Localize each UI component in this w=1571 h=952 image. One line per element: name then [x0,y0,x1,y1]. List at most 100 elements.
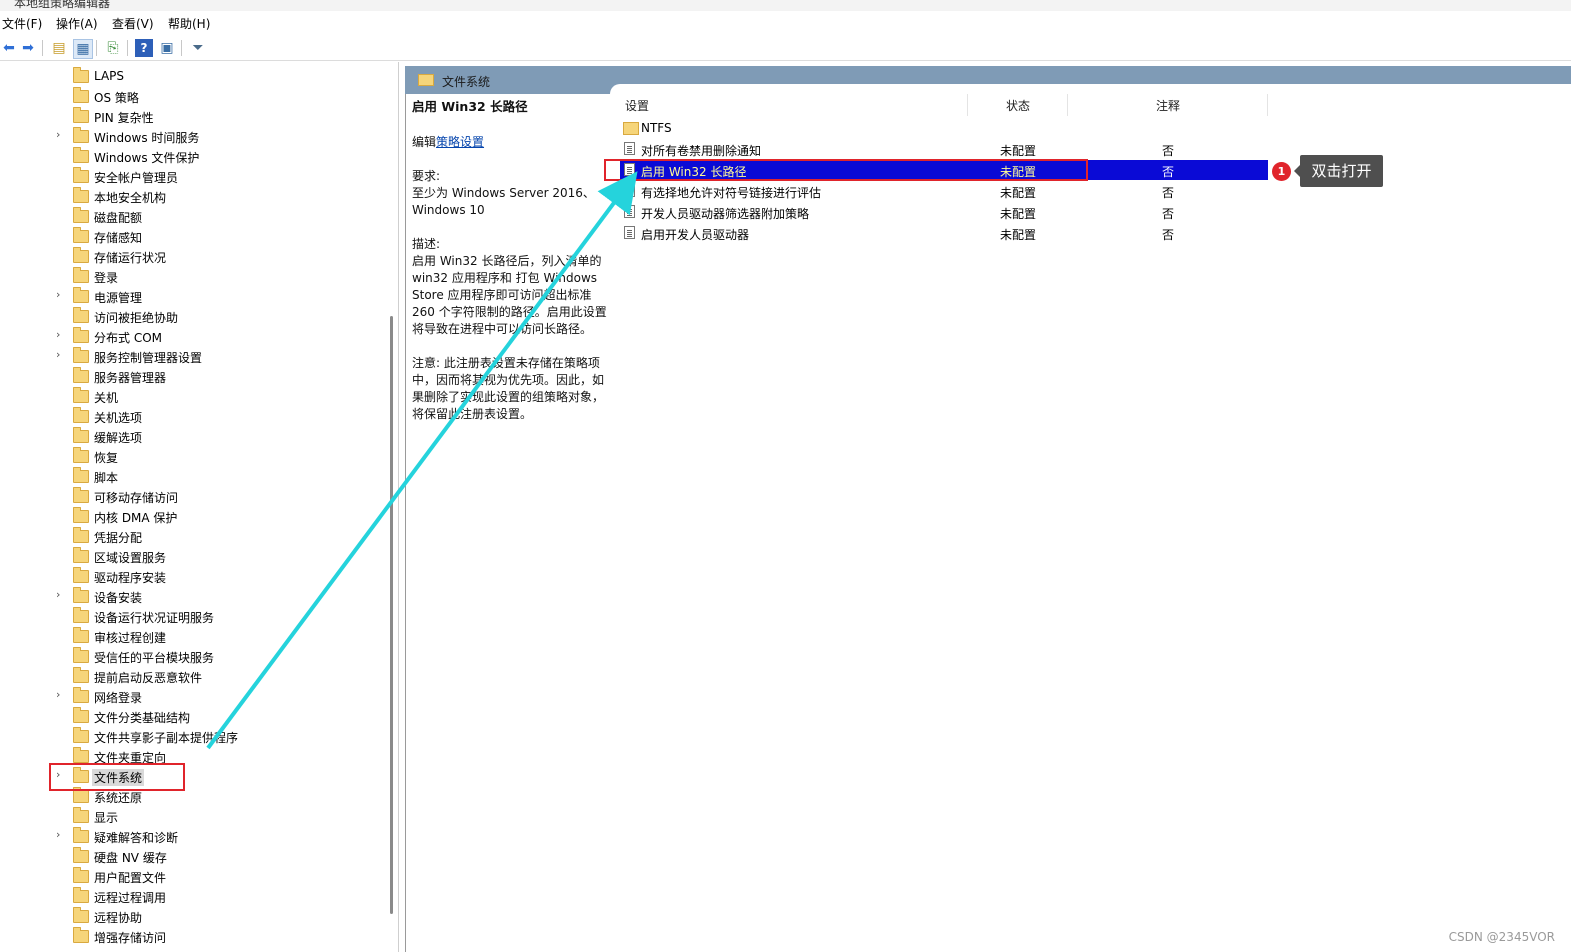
tree-pane: LAPS OS 策略 PIN 复杂性 › Windows 时间服务 Windows 文件保… [0,62,399,952]
highlight-box-policy [604,159,1088,181]
tree-item[interactable]: 提前启动反恶意软件 [0,666,390,686]
tree-item[interactable]: 远程协助 [0,906,390,926]
tree-item[interactable]: 本地安全机构 [0,186,390,206]
edit-prefix: 编辑 [412,135,437,149]
title-bar: 本地组策略编辑器 [0,0,1571,11]
tree-item[interactable]: 用户配置文件 [0,866,390,886]
setting-name: 对所有卷禁用删除通知 [641,144,762,158]
column-header-comment[interactable]: 注释 [1156,97,1180,114]
up-folder-icon[interactable]: ▤ [50,39,68,57]
tree-item-label: 本地安全机构 [94,191,167,205]
tree-item[interactable]: LAPS [0,66,390,86]
tree-item[interactable]: 可移动存储访问 [0,486,390,506]
help-icon[interactable]: ? [135,39,153,57]
chevron-right-icon[interactable]: › [56,348,66,361]
tree-item-label: 登录 [94,271,119,285]
chevron-right-icon[interactable]: › [56,128,66,141]
tree-item[interactable]: Windows 文件保护 [0,146,390,166]
back-arrow-icon[interactable]: ⬅ [0,39,18,57]
tree-item[interactable]: 区域设置服务 [0,546,390,566]
column-header-state[interactable]: 状态 [1006,97,1030,114]
tree-item[interactable]: › 疑难解答和诊断 [0,826,390,846]
edit-policy-link[interactable]: 策略设置 [436,135,484,149]
chevron-right-icon[interactable]: › [56,688,66,701]
forward-arrow-icon[interactable]: ➡ [19,39,37,57]
tree-item[interactable]: 凭据分配 [0,526,390,546]
chevron-right-icon[interactable]: › [56,828,66,841]
folder-icon [73,887,89,903]
tree-scrollbar[interactable] [390,316,393,914]
tree-item[interactable]: › 设备安装 [0,586,390,606]
tree-item[interactable]: › 网络登录 [0,686,390,706]
tree-item[interactable]: 存储感知 [0,226,390,246]
column-separator[interactable] [1067,94,1068,116]
chevron-right-icon[interactable]: › [56,588,66,601]
folder-icon [73,267,89,283]
tree-item[interactable]: 存储运行状况 [0,246,390,266]
folder-icon [73,747,89,763]
folder-icon [73,67,89,83]
tree-item[interactable]: 服务器管理器 [0,366,390,386]
folder-icon [73,547,89,563]
menu-view[interactable]: 查看(V) [112,15,154,32]
menu-file[interactable]: 文件(F) [2,15,42,32]
tree-item[interactable]: 安全帐户管理员 [0,166,390,186]
tree-item[interactable]: 驱动程序安装 [0,566,390,586]
tree-item[interactable]: 显示 [0,806,390,826]
tree-item[interactable]: 文件共享影子副本提供程序 [0,726,390,746]
tree-item[interactable]: 访问被拒绝协助 [0,306,390,326]
tree-item-label: 设备运行状况证明服务 [94,611,215,625]
folder-icon [73,187,89,203]
tree-item[interactable]: 增强存储访问 [0,926,390,946]
column-header-setting[interactable]: 设置 [625,97,649,114]
tree-item[interactable]: 审核过程创建 [0,626,390,646]
properties-icon[interactable]: ▣ [158,39,176,57]
setting-state: 未配置 [1000,144,1037,158]
folder-icon [73,867,89,883]
policy-row[interactable]: 对所有卷禁用删除通知 未配置 否 [620,139,1268,159]
tree-item[interactable]: › Windows 时间服务 [0,126,390,146]
tree-item[interactable]: 受信任的平台模块服务 [0,646,390,666]
tree-item-label: 区域设置服务 [94,551,167,565]
policy-row[interactable]: 启用开发人员驱动器 未配置 否 [620,223,1268,243]
show-hide-tree-icon[interactable]: ▦ [73,39,93,59]
tree-item[interactable]: OS 策略 [0,86,390,106]
chevron-right-icon[interactable]: › [56,288,66,301]
tree-item[interactable]: 文件分类基础结构 [0,706,390,726]
policy-row[interactable]: 开发人员驱动器筛选器附加策略 未配置 否 [620,202,1268,222]
tree-item[interactable]: 缓解选项 [0,426,390,446]
tree-item[interactable]: 关机 [0,386,390,406]
tree-item[interactable]: 关机选项 [0,406,390,426]
tree-item[interactable]: › 电源管理 [0,286,390,306]
tree-item[interactable]: 登录 [0,266,390,286]
setting-name: 启用开发人员驱动器 [641,228,750,242]
tree-item[interactable]: › 分布式 COM [0,326,390,346]
folder-icon [73,407,89,423]
chevron-right-icon[interactable]: › [56,328,66,341]
tree-item[interactable]: PIN 复杂性 [0,106,390,126]
column-separator[interactable] [967,94,968,116]
setting-comment: 否 [1162,186,1175,200]
column-separator[interactable] [1267,94,1268,116]
tree-item[interactable]: 硬盘 NV 缓存 [0,846,390,866]
export-list-icon[interactable]: ⎘ [104,39,122,57]
folder-icon [73,327,89,343]
list-folder-row[interactable]: NTFS [620,118,1268,138]
menu-action[interactable]: 操作(A) [56,15,98,32]
tree-item-label: 服务控制管理器设置 [94,351,203,365]
menu-help[interactable]: 帮助(H) [168,15,210,32]
tree-item[interactable]: › 服务控制管理器设置 [0,346,390,366]
tree-item-label: PIN 复杂性 [94,111,154,125]
tree-item[interactable]: 恢复 [0,446,390,466]
filter-icon[interactable]: ⏷ [189,39,207,57]
tree-item[interactable]: 脚本 [0,466,390,486]
policy-row[interactable]: 有选择地允许对符号链接进行评估 未配置 否 [620,181,1268,201]
tree-item-label: 文件共享影子副本提供程序 [94,731,239,745]
tree-item[interactable]: 内核 DMA 保护 [0,506,390,526]
requirements-text: 至少为 Windows Server 2016、Windows 10 [412,186,595,217]
folder-icon [73,247,89,263]
tree-item[interactable]: 磁盘配额 [0,206,390,226]
tree-item[interactable]: 远程过程调用 [0,886,390,906]
tree-item[interactable]: 设备运行状况证明服务 [0,606,390,626]
folder-icon [73,827,89,843]
